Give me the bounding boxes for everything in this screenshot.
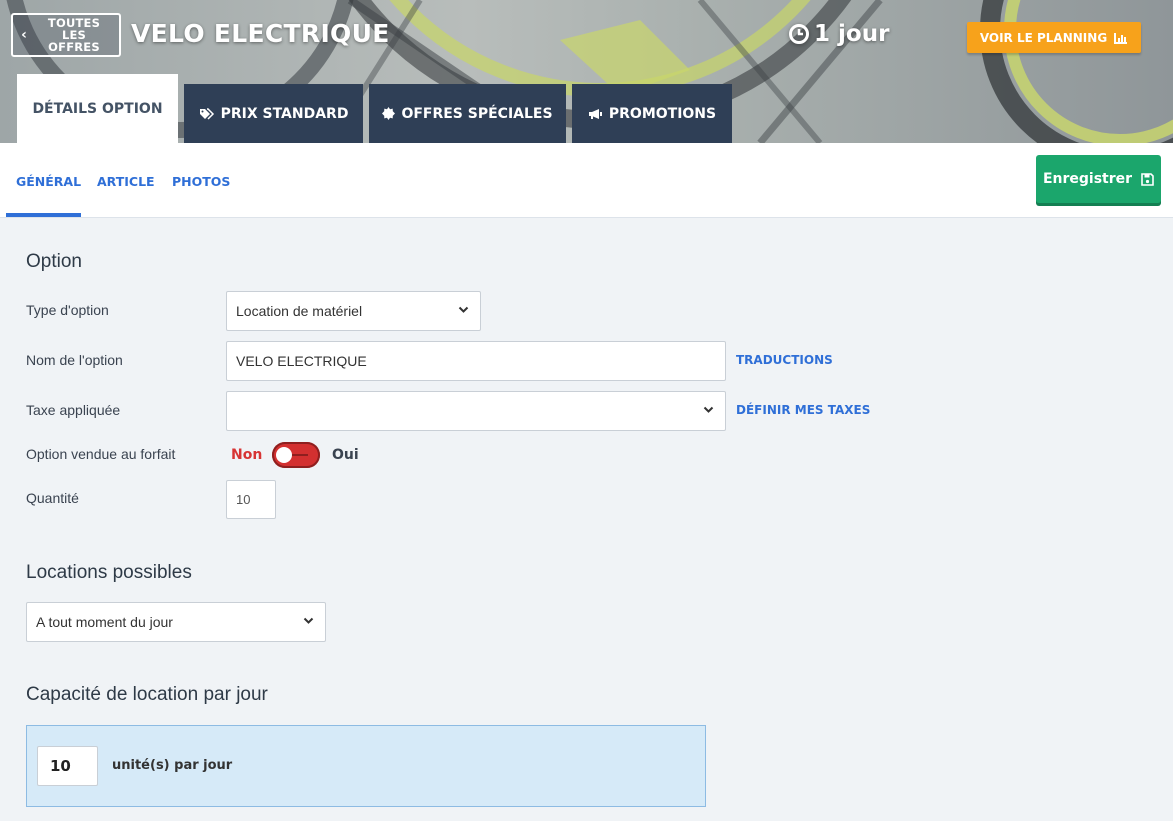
rental-time-value: A tout moment du jour (36, 614, 173, 630)
quantity-value: 10 (236, 492, 251, 507)
package-option-label: Option vendue au forfait (26, 446, 176, 462)
bullhorn-icon (588, 108, 602, 119)
option-type-label: Type d'option (26, 302, 109, 318)
tab-standard-price[interactable]: PRIX STANDARD (184, 84, 363, 143)
define-taxes-link[interactable]: DÉFINIR MES TAXES (736, 403, 870, 417)
package-toggle[interactable] (272, 442, 320, 468)
save-button-label: Enregistrer (1042, 171, 1133, 187)
save-button[interactable]: Enregistrer (1036, 155, 1161, 203)
quantity-label: Quantité (26, 490, 79, 506)
main-tabs: DÉTAILS OPTION PRIX STANDARD OFFRES SPÉC… (17, 74, 738, 143)
locations-section-title: Locations possibles (26, 562, 192, 583)
sub-navigation: GÉNÉRAL ARTICLE PHOTOS Enregistrer (0, 143, 1173, 218)
header-banner: ‹ TOUTES LES OFFRES VELO ELECTRIQUE 1 jo… (0, 0, 1173, 143)
rental-time-select[interactable]: A tout moment du jour (26, 602, 326, 642)
subtab-article[interactable]: ARTICLE (97, 174, 155, 189)
back-button-label: TOUTES LES OFFRES (47, 16, 101, 54)
capacity-input[interactable]: 10 (37, 746, 98, 786)
capacity-panel: 10 unité(s) par jour (26, 725, 706, 807)
option-type-value: Location de matériel (236, 303, 363, 319)
option-type-select[interactable]: Location de matériel (226, 291, 481, 331)
back-to-offers-button[interactable]: ‹ TOUTES LES OFFRES (11, 13, 121, 57)
tab-label: OFFRES SPÉCIALES (401, 105, 553, 122)
capacity-unit-label: unité(s) par jour (112, 758, 233, 773)
tax-label: Taxe appliquée (26, 402, 121, 418)
tab-label: PRIX STANDARD (220, 105, 349, 122)
capacity-value: 10 (50, 757, 71, 775)
chevron-down-icon (703, 406, 714, 413)
active-subtab-indicator (6, 213, 81, 217)
tab-special-offers[interactable]: OFFRES SPÉCIALES (369, 84, 566, 143)
chevron-left-icon: ‹ (21, 27, 27, 43)
option-name-label: Nom de l'option (26, 352, 123, 368)
translations-link[interactable]: TRADUCTIONS (736, 353, 833, 367)
view-planning-button[interactable]: VOIR LE PLANNING (967, 22, 1141, 53)
planning-button-label: VOIR LE PLANNING (979, 30, 1108, 45)
capacity-section-title: Capacité de location par jour (26, 684, 268, 705)
floppy-disk-icon (1141, 172, 1154, 186)
duration-indicator: 1 jour (788, 21, 889, 47)
option-name-input[interactable]: VELO ELECTRIQUE (226, 341, 726, 381)
duration-text: 1 jour (814, 21, 890, 47)
quantity-input[interactable]: 10 (226, 480, 276, 519)
tags-icon (199, 107, 214, 120)
toggle-track-mark (290, 454, 308, 456)
option-section-title: Option (26, 251, 82, 272)
chevron-down-icon (303, 617, 314, 624)
clock-icon (789, 24, 809, 44)
chevron-down-icon (458, 306, 469, 313)
tab-option-details[interactable]: DÉTAILS OPTION (17, 74, 178, 143)
page-title: VELO ELECTRIQUE (131, 19, 390, 48)
tab-label: DÉTAILS OPTION (32, 100, 163, 117)
toggle-off-label: Non (231, 447, 263, 463)
tab-label: PROMOTIONS (608, 105, 717, 122)
certificate-icon (382, 107, 396, 120)
tax-select[interactable] (226, 391, 726, 431)
tab-promotions[interactable]: PROMOTIONS (572, 84, 732, 143)
subtab-photos[interactable]: PHOTOS (172, 174, 230, 189)
subtab-general[interactable]: GÉNÉRAL (16, 174, 81, 189)
bar-chart-icon (1114, 32, 1128, 44)
toggle-knob (276, 447, 292, 463)
toggle-on-label: Oui (332, 447, 359, 463)
option-name-value: VELO ELECTRIQUE (236, 353, 367, 369)
